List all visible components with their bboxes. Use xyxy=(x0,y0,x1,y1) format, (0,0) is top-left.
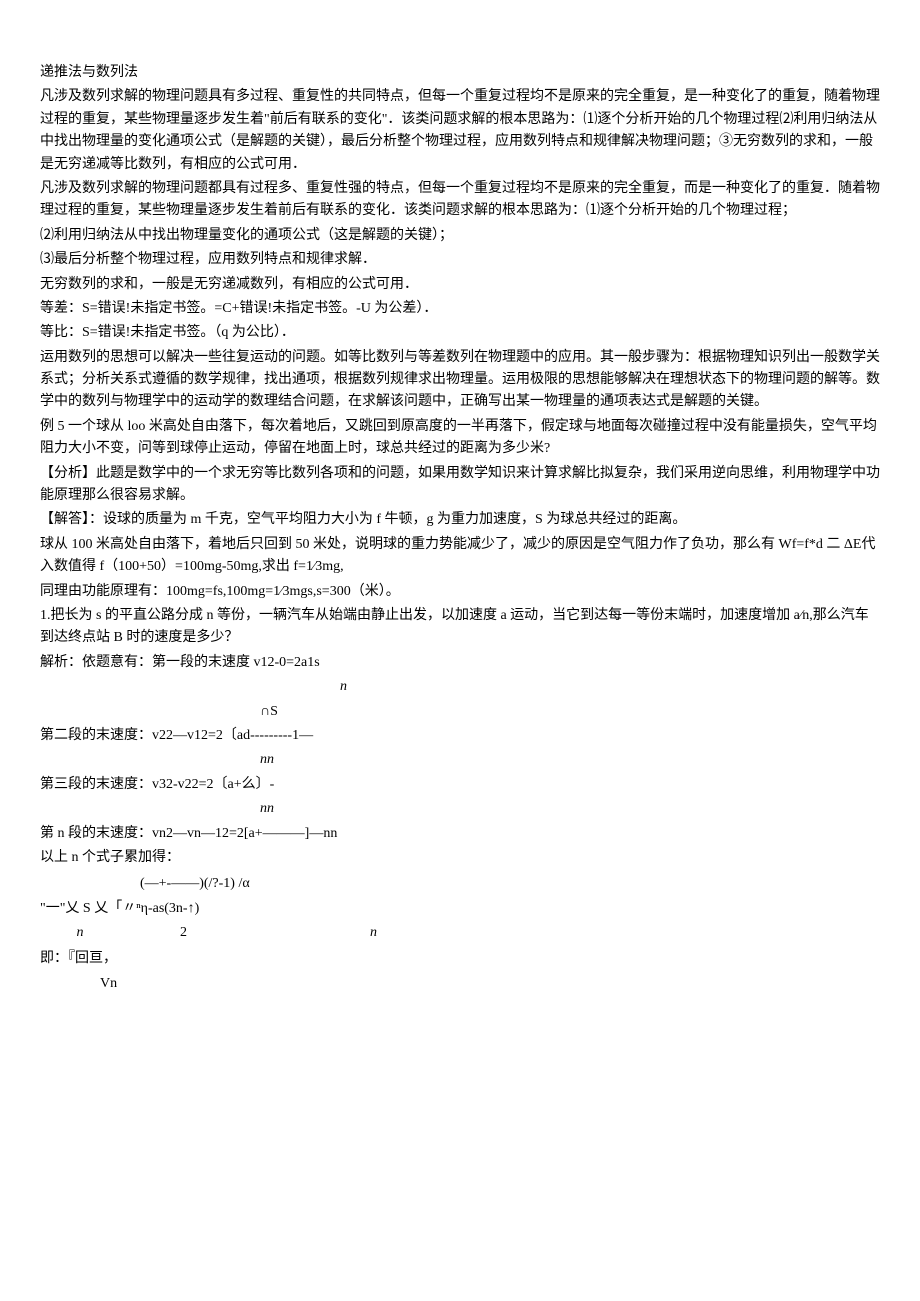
paragraph-intro-2: 凡涉及数列求解的物理问题都具有过程多、重复性强的特点，但每一个重复过程均不是原来… xyxy=(40,178,880,223)
infinite-series-note: 无穷数列的求和，一般是无穷递减数列，有相应的公式可用． xyxy=(40,274,880,296)
solution-segment-n: 第 n 段的末速度：vn2—vn—12=2[a+———]—nn xyxy=(40,823,880,845)
problem-1: 1.把长为 s 的平直公路分成 n 等份，一辆汽车从始端由静止出发，以加速度 a… xyxy=(40,605,880,650)
step-3: ⑶最后分析整个物理过程，应用数列特点和规律求解． xyxy=(40,249,880,271)
formula-line-mid: "一"乂 S 乂「〃ⁿη-as(3n-↑) xyxy=(40,898,880,920)
result-prefix: 即：『回亘， xyxy=(40,948,880,970)
paragraph-intro-1: 凡涉及数列求解的物理问题具有多过程、重复性的共同特点，但每一个重复过程均不是原来… xyxy=(40,86,880,176)
analysis-block: 【分析】此题是数学中的一个求无穷等比数列各项和的问题，如果用数学知识来计算求解比… xyxy=(40,463,880,508)
solution-segment-3: 第三段的末速度：v32-v22=2〔a+么〕- xyxy=(40,774,880,796)
formula-cap-s: ∩S xyxy=(40,701,880,723)
formula-nn-2: nn xyxy=(40,798,880,820)
arithmetic-formula: 等差：S=错误!未指定书签。=C+错误!未指定书签。-U 为公差）． xyxy=(40,298,880,320)
solution-segment-1: 解析：依题意有：第一段的末速度 v12-0=2a1s xyxy=(40,652,880,674)
formula-vn: Vn xyxy=(40,973,880,995)
geometric-formula: 等比：S=错误!未指定书签。（q 为公比）． xyxy=(40,322,880,344)
solution-setup: 【解答】：设球的质量为 m 千克，空气平均阻力大小为 f 牛顿，g 为重力加速度… xyxy=(40,509,880,531)
step-2: ⑵利用归纳法从中找出物理量变化的通项公式（这是解题的关键）； xyxy=(40,225,880,247)
document-body: 递推法与数列法 凡涉及数列求解的物理问题具有多过程、重复性的共同特点，但每一个重… xyxy=(40,62,880,995)
formula-line-top: (—+-——)(/?-1) /α xyxy=(40,873,880,895)
solution-segment-2: 第二段的末速度：v22—v12=2〔ad---------1— xyxy=(40,725,880,747)
solution-step-2: 同理由功能原理有：100mg=fs,100mg=1⁄3mgs,s=300（米）。 xyxy=(40,581,880,603)
title-heading: 递推法与数列法 xyxy=(40,62,880,84)
example-5: 例 5 一个球从 loo 米高处自由落下，每次着地后，又跳回到原高度的一半再落下… xyxy=(40,416,880,461)
solution-step-1: 球从 100 米高处自由落下，着地后只回到 50 米处，说明球的重力势能减少了，… xyxy=(40,534,880,579)
formula-n-1: n xyxy=(40,676,880,698)
summation-note: 以上 n 个式子累加得： xyxy=(40,847,880,869)
formula-nn-1: nn xyxy=(40,749,880,771)
paragraph-application: 运用数列的思想可以解决一些往复运动的问题。如等比数列与等差数列在物理题中的应用。… xyxy=(40,347,880,414)
summation-formula-block: (—+-——)(/?-1) /α "一"乂 S 乂「〃ⁿη-as(3n-↑) n… xyxy=(40,873,880,944)
formula-line-denoms: n 2 n xyxy=(40,922,880,944)
